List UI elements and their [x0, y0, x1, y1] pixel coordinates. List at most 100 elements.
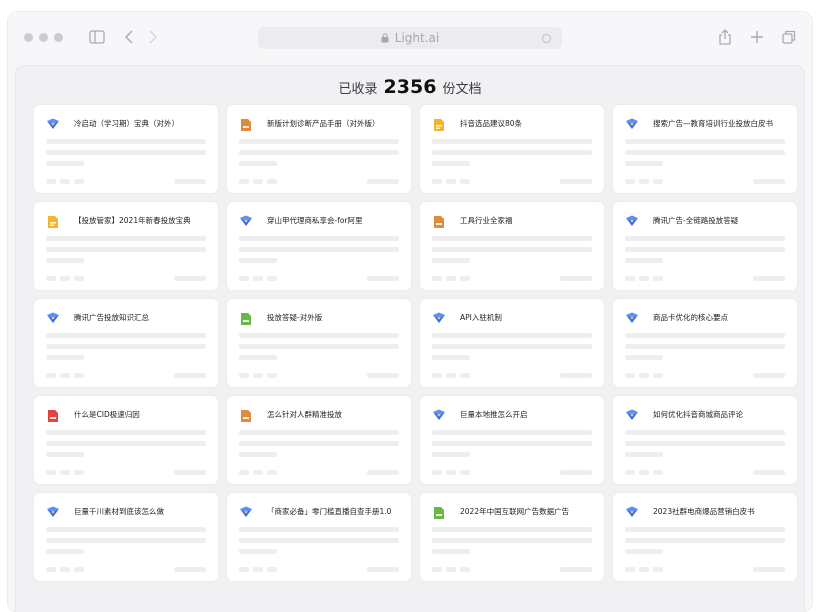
placeholder-line	[625, 236, 785, 241]
document-title: 商品卡优化的核心要点	[653, 313, 728, 322]
placeholder-line	[239, 236, 399, 241]
placeholder-line	[239, 344, 399, 349]
placeholder-line	[432, 276, 442, 281]
document-card[interactable]: 新版计划诊断产品手册（对外版）	[227, 105, 411, 193]
placeholder-line	[46, 470, 56, 475]
document-title: API入驻机制	[460, 313, 502, 322]
ppt-file-icon	[432, 214, 446, 228]
document-card[interactable]: 巨量千川素材到底该怎么做	[34, 493, 218, 581]
word-icon	[625, 505, 639, 519]
document-card[interactable]: API入驻机制	[420, 299, 604, 387]
document-library: 已收录 2356 份文档 冷启动（学习期）宝典（对外） 新版计划诊断产品手册（对外…	[16, 66, 804, 612]
document-title: 新版计划诊断产品手册（对外版）	[267, 119, 380, 128]
placeholder-line	[46, 441, 206, 446]
placeholder-line	[432, 150, 592, 155]
placeholder-line	[560, 567, 592, 572]
document-card[interactable]: 商品卡优化的核心要点	[613, 299, 797, 387]
document-title: 穿山甲代理商私享会-for阿里	[267, 216, 363, 225]
placeholder-line	[432, 430, 592, 435]
document-title: 腾讯广告-全链路投放答疑	[653, 216, 739, 225]
window-dot-zoom[interactable]	[54, 33, 63, 42]
word-icon	[625, 408, 639, 422]
placeholder-line	[74, 567, 84, 572]
window-dot-minimize[interactable]	[39, 33, 48, 42]
lock-icon	[381, 33, 389, 43]
document-card[interactable]: 投放答疑-对外版	[227, 299, 411, 387]
document-title: 什么是CID极速归因	[74, 410, 140, 419]
placeholder-line	[625, 527, 785, 532]
document-card[interactable]: 什么是CID极速归因	[34, 396, 218, 484]
placeholder-line	[432, 373, 442, 378]
share-icon[interactable]	[714, 26, 736, 48]
placeholder-line	[639, 567, 649, 572]
count-suffix: 份文档	[442, 82, 482, 97]
document-card[interactable]: 工具行业全家福	[420, 202, 604, 290]
collection-count-heading: 已收录 2356 份文档	[16, 76, 804, 102]
document-card[interactable]: 2022年中国互联网广告数据广告	[420, 493, 604, 581]
document-card[interactable]: 穿山甲代理商私享会-for阿里	[227, 202, 411, 290]
placeholder-line	[239, 355, 277, 360]
placeholder-line	[46, 355, 84, 360]
placeholder-line	[46, 344, 206, 349]
placeholder-line	[653, 567, 663, 572]
placeholder-line	[432, 567, 442, 572]
reload-icon[interactable]	[540, 32, 552, 44]
placeholder-line	[239, 179, 249, 184]
new-tab-icon[interactable]	[746, 26, 768, 48]
placeholder-line	[239, 139, 399, 144]
document-count: 2356	[383, 76, 437, 98]
placeholder-line	[653, 276, 663, 281]
placeholder-line	[432, 452, 470, 457]
placeholder-line	[446, 470, 456, 475]
placeholder-line	[267, 373, 277, 378]
placeholder-line	[174, 567, 206, 572]
placeholder-line	[560, 276, 592, 281]
window-dot-close[interactable]	[24, 33, 33, 42]
placeholder-line	[625, 333, 785, 338]
document-card[interactable]: 腾讯广告投放知识汇总	[34, 299, 218, 387]
document-card[interactable]: 腾讯广告-全链路投放答疑	[613, 202, 797, 290]
document-title: 腾讯广告投放知识汇总	[74, 313, 149, 322]
placeholder-line	[625, 139, 785, 144]
placeholder-line	[367, 276, 399, 281]
document-title: 如何优化抖音商城商品评论	[653, 410, 743, 419]
document-card[interactable]: 【投放管家】2021年新春投放宝典	[34, 202, 218, 290]
placeholder-line	[625, 150, 785, 155]
placeholder-line	[432, 355, 470, 360]
document-card[interactable]: 怎么针对人群精准投放	[227, 396, 411, 484]
document-card[interactable]: 「商家必备」零门槛直播自查手册1.0	[227, 493, 411, 581]
placeholder-line	[253, 276, 263, 281]
yellow-file-icon	[432, 117, 446, 131]
forward-icon[interactable]	[142, 26, 164, 48]
placeholder-line	[239, 247, 399, 252]
placeholder-line	[253, 373, 263, 378]
address-bar[interactable]: Light.ai	[258, 27, 562, 49]
document-card[interactable]: 2023社群电商爆品营销白皮书	[613, 493, 797, 581]
placeholder-line	[74, 276, 84, 281]
document-card[interactable]: 如何优化抖音商城商品评论	[613, 396, 797, 484]
document-title: 工具行业全家福	[460, 216, 513, 225]
sidebar-toggle-icon[interactable]	[86, 26, 108, 48]
document-title: 「商家必备」零门槛直播自查手册1.0	[267, 507, 392, 516]
word-icon	[625, 214, 639, 228]
document-card[interactable]: 搜索广告—教育培训行业投放白皮书	[613, 105, 797, 193]
placeholder-line	[639, 276, 649, 281]
document-card[interactable]: 抖音选品建议80条	[420, 105, 604, 193]
placeholder-line	[625, 179, 635, 184]
placeholder-line	[174, 179, 206, 184]
document-card[interactable]: 巨量本地推怎么开启	[420, 396, 604, 484]
placeholder-line	[267, 470, 277, 475]
placeholder-line	[46, 258, 84, 263]
back-icon[interactable]	[118, 26, 140, 48]
placeholder-line	[446, 567, 456, 572]
tab-overview-icon[interactable]	[778, 26, 800, 48]
placeholder-line	[625, 549, 663, 554]
placeholder-line	[625, 276, 635, 281]
placeholder-line	[753, 567, 785, 572]
document-card[interactable]: 冷启动（学习期）宝典（对外）	[34, 105, 218, 193]
placeholder-line	[253, 567, 263, 572]
placeholder-line	[367, 567, 399, 572]
placeholder-line	[174, 373, 206, 378]
placeholder-line	[239, 161, 277, 166]
word-icon	[46, 311, 60, 325]
